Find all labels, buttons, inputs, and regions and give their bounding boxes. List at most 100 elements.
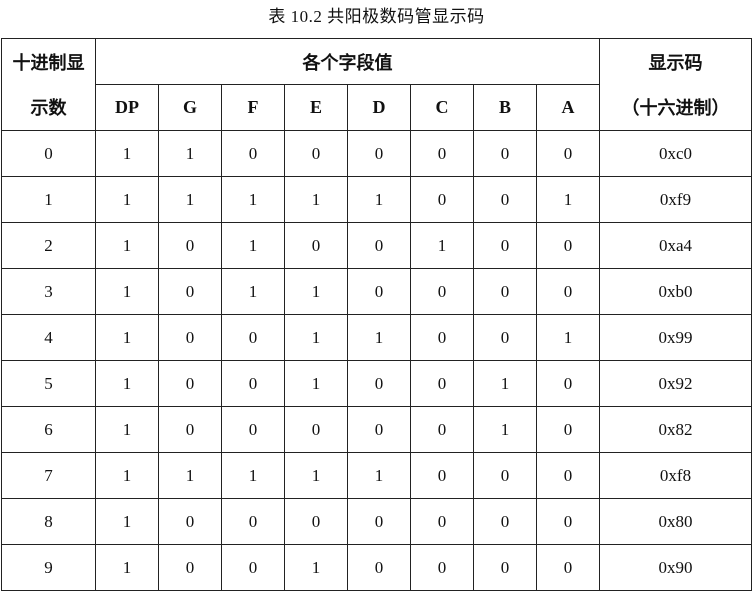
hex-code-cell: 0xb0 — [599, 268, 752, 315]
hex-code-cell: 0xf9 — [599, 176, 752, 223]
bit-cell: 0 — [347, 498, 411, 545]
bit-cell: 1 — [95, 498, 159, 545]
code-header-bottom: （十六进制） — [599, 84, 752, 131]
table-row: 2 1 0 1 0 0 1 0 0 0xa4 — [1, 222, 752, 269]
decimal-cell: 2 — [1, 222, 96, 269]
bit-cell: 0 — [347, 268, 411, 315]
hex-code-cell: 0x99 — [599, 314, 752, 361]
bit-cell: 1 — [284, 544, 348, 591]
bit-cell: 0 — [410, 176, 474, 223]
bit-cell: 0 — [158, 314, 222, 361]
decimal-cell: 1 — [1, 176, 96, 223]
bit-cell: 0 — [158, 360, 222, 407]
bit-cell: 1 — [284, 176, 348, 223]
decimal-cell: 7 — [1, 452, 96, 499]
bit-cell: 1 — [158, 130, 222, 177]
bit-cell: 0 — [536, 544, 600, 591]
bit-cell: 1 — [473, 406, 537, 453]
bit-cell: 0 — [158, 406, 222, 453]
bit-cell: 0 — [410, 544, 474, 591]
bit-cell: 0 — [410, 268, 474, 315]
hex-code-cell: 0xc0 — [599, 130, 752, 177]
bit-cell: 1 — [347, 452, 411, 499]
bit-cell: 1 — [536, 314, 600, 361]
bit-header-d: D — [347, 84, 411, 131]
bit-cell: 1 — [473, 360, 537, 407]
bit-cell: 0 — [284, 130, 348, 177]
table-caption: 表 10.2 共阳极数码管显示码 — [268, 7, 485, 26]
bit-cell: 1 — [95, 360, 159, 407]
bit-cell: 1 — [95, 314, 159, 361]
bit-cell: 1 — [221, 452, 285, 499]
decimal-cell: 0 — [1, 130, 96, 177]
bit-cell: 0 — [473, 268, 537, 315]
table-row: 7 1 1 1 1 1 0 0 0 0xf8 — [1, 452, 752, 499]
bit-cell: 0 — [410, 452, 474, 499]
bit-cell: 0 — [221, 498, 285, 545]
bit-cell: 1 — [284, 360, 348, 407]
table-row: 6 1 0 0 0 0 0 1 0 0x82 — [1, 406, 752, 453]
decimal-cell: 6 — [1, 406, 96, 453]
table-row: 3 1 0 1 1 0 0 0 0 0xb0 — [1, 268, 752, 315]
bit-cell: 1 — [536, 176, 600, 223]
segment-code-table: 十进制显 各个字段值 显示码 示数 DP G F E D C B A （十六进制… — [1, 38, 752, 591]
bit-header-a: A — [536, 84, 600, 131]
bit-cell: 0 — [158, 498, 222, 545]
hex-code-cell: 0xf8 — [599, 452, 752, 499]
decimal-header-top: 十进制显 — [1, 38, 96, 85]
bit-cell: 0 — [221, 406, 285, 453]
bit-cell: 0 — [473, 222, 537, 269]
bit-cell: 1 — [95, 406, 159, 453]
hex-code-cell: 0x82 — [599, 406, 752, 453]
bit-cell: 0 — [347, 360, 411, 407]
bit-cell: 0 — [410, 130, 474, 177]
bit-cell: 0 — [536, 268, 600, 315]
bit-cell: 1 — [221, 268, 285, 315]
bit-header-g: G — [158, 84, 222, 131]
bit-cell: 1 — [284, 314, 348, 361]
bit-header-c: C — [410, 84, 474, 131]
bit-cell: 0 — [473, 498, 537, 545]
hex-code-cell: 0x80 — [599, 498, 752, 545]
bit-cell: 1 — [158, 176, 222, 223]
bit-cell: 1 — [95, 268, 159, 315]
bit-cell: 0 — [473, 452, 537, 499]
bit-header-dp: DP — [95, 84, 159, 131]
bit-cell: 0 — [410, 406, 474, 453]
decimal-cell: 8 — [1, 498, 96, 545]
decimal-cell: 5 — [1, 360, 96, 407]
bit-cell: 1 — [347, 314, 411, 361]
bit-cell: 0 — [158, 222, 222, 269]
table-row: 8 1 0 0 0 0 0 0 0 0x80 — [1, 498, 752, 545]
header-row-bottom: 示数 DP G F E D C B A （十六进制） — [1, 84, 752, 131]
segment-values-header: 各个字段值 — [95, 38, 600, 85]
bit-cell: 1 — [95, 222, 159, 269]
table-body: 0 1 1 0 0 0 0 0 0 0xc0 1 1 1 1 1 1 0 0 1 0xf9 2 1 0 1 0 0 1 0 0 0xa4 3… — [1, 130, 752, 591]
bit-cell: 0 — [347, 130, 411, 177]
hex-code-cell: 0x90 — [599, 544, 752, 591]
bit-cell: 0 — [347, 222, 411, 269]
bit-cell: 1 — [158, 452, 222, 499]
bit-cell: 0 — [284, 222, 348, 269]
bit-cell: 0 — [473, 130, 537, 177]
bit-header-e: E — [284, 84, 348, 131]
bit-cell: 1 — [95, 452, 159, 499]
bit-cell: 0 — [221, 544, 285, 591]
table-row: 9 1 0 0 1 0 0 0 0 0x90 — [1, 544, 752, 591]
hex-code-cell: 0x92 — [599, 360, 752, 407]
bit-cell: 0 — [536, 406, 600, 453]
bit-cell: 1 — [284, 452, 348, 499]
bit-cell: 0 — [221, 314, 285, 361]
bit-cell: 0 — [284, 498, 348, 545]
header-row-top: 十进制显 各个字段值 显示码 — [1, 38, 752, 85]
bit-cell: 0 — [410, 314, 474, 361]
bit-cell: 0 — [221, 130, 285, 177]
table-row: 1 1 1 1 1 1 0 0 1 0xf9 — [1, 176, 752, 223]
bit-cell: 1 — [95, 130, 159, 177]
bit-cell: 0 — [536, 130, 600, 177]
bit-cell: 1 — [221, 222, 285, 269]
decimal-cell: 9 — [1, 544, 96, 591]
decimal-cell: 3 — [1, 268, 96, 315]
decimal-header-bottom: 示数 — [1, 84, 96, 131]
bit-cell: 1 — [221, 176, 285, 223]
